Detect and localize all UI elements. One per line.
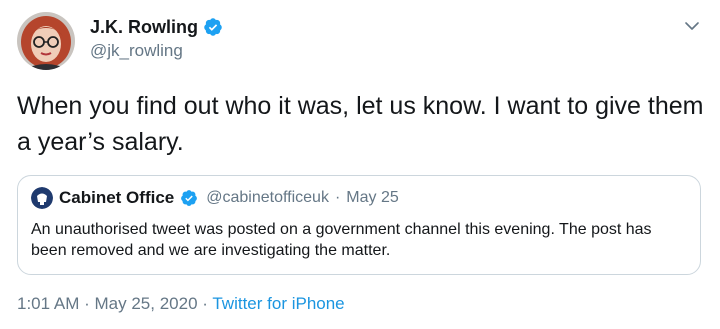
author-display-name[interactable]: J.K. Rowling [90,15,198,39]
author-block: J.K. Rowling @jk_rowling [90,15,223,62]
tweet-text: When you find out who it was, let us kno… [17,92,704,156]
meta-separator: · [84,294,90,313]
quoted-avatar [31,187,53,209]
avatar[interactable] [17,12,75,70]
quoted-tweet-header: Cabinet Office @cabinetofficeuk · May 25 [31,187,399,209]
quoted-display-name[interactable]: Cabinet Office [59,188,174,208]
quoted-handle[interactable]: @cabinetofficeuk [206,189,329,207]
chevron-down-icon [685,22,699,30]
quoted-separator: · [334,189,341,206]
tweet-source-link[interactable]: Twitter for iPhone [212,294,344,313]
author-handle[interactable]: @jk_rowling [90,40,223,62]
author-name-row: J.K. Rowling [90,15,223,39]
tweet-meta: 1:01 AM · May 25, 2020 · Twitter for iPh… [17,294,345,314]
meta-separator: · [202,294,208,313]
verified-badge-icon [180,189,198,207]
quoted-tweet-text: An unauthorised tweet was posted on a go… [31,221,652,259]
quoted-date[interactable]: May 25 [346,189,398,207]
tweet-time[interactable]: 1:01 AM [17,294,79,313]
tweet-card: J.K. Rowling @jk_rowling When you find o… [0,0,720,329]
tweet-date[interactable]: May 25, 2020 [95,294,198,313]
verified-badge-icon [203,17,223,37]
avatar-image [17,12,75,70]
quoted-tweet[interactable]: Cabinet Office @cabinetofficeuk · May 25… [17,175,701,275]
more-options-button[interactable] [680,14,704,38]
